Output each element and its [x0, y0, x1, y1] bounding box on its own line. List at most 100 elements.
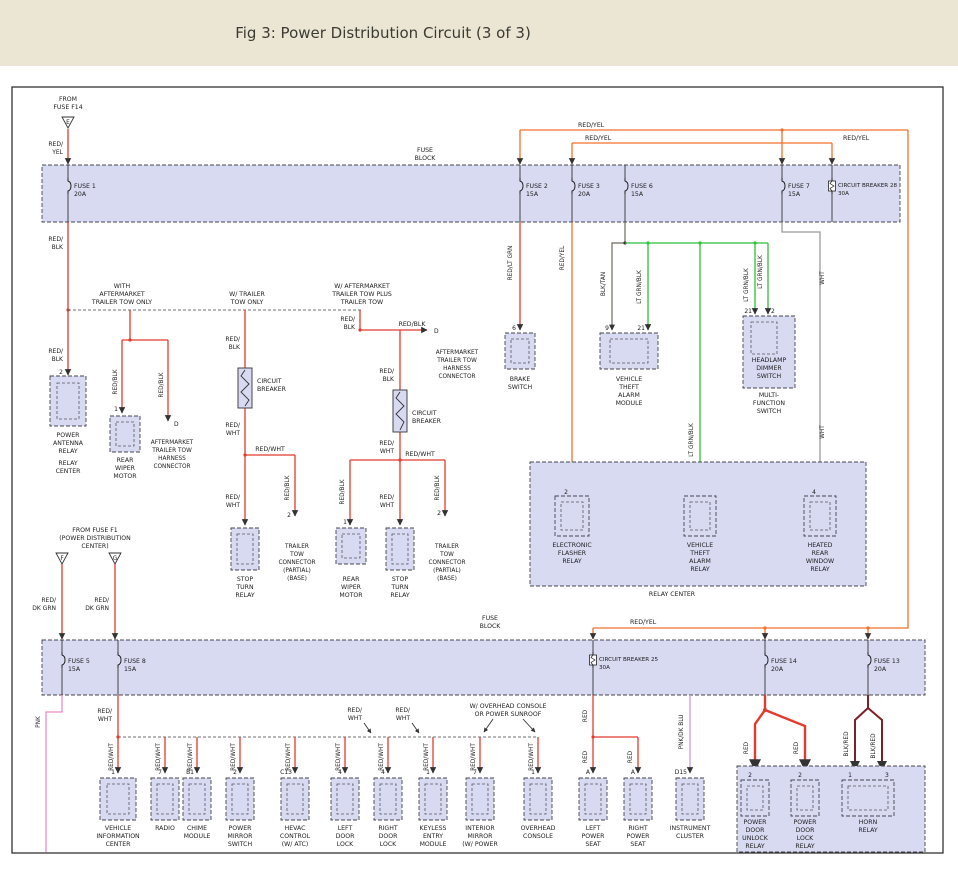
- component-label: SWITCH: [508, 384, 533, 391]
- component-label: (PARTIAL): [433, 568, 461, 574]
- fuse-block-label: BLOCK: [480, 623, 502, 630]
- component-label: WIPER: [341, 584, 362, 591]
- component-label: RELAY: [235, 592, 255, 599]
- component-label: POWER: [794, 819, 818, 826]
- component-label: (BASE): [287, 576, 307, 582]
- branch-label: W/ AFTERMARKET: [334, 283, 390, 290]
- component-label: ALARM: [618, 392, 640, 399]
- component-vehicle-information-center: VEHICLE INFORMATION CENTER: [96, 778, 140, 848]
- fuse-label: FUSE 3: [578, 183, 600, 190]
- component-label: CONNECTOR: [438, 374, 475, 380]
- pin-label: D: [434, 328, 439, 335]
- pin-label: C13: [280, 769, 292, 776]
- component-label: WIPER: [115, 465, 136, 472]
- wire-label: WHT: [348, 715, 362, 722]
- wire-label: RED/: [225, 494, 241, 501]
- pin-label: 6: [512, 325, 516, 332]
- wire-label: RED/: [340, 316, 356, 323]
- component-label: REAR: [117, 457, 134, 464]
- component-label: ENTRY: [423, 833, 443, 840]
- fuse-block-label: FUSE: [482, 615, 498, 622]
- component-label: LOCK: [797, 835, 814, 842]
- branch-label: TRAILER TOW PLUS: [331, 291, 392, 298]
- wire-label: BLK/RED: [844, 731, 850, 757]
- component-hevac-control: HEVAC CONTROL (W/ ATC): [280, 778, 311, 848]
- component-label: SEAT: [585, 841, 601, 848]
- component-label: CHIME: [187, 825, 207, 832]
- component-label: BREAKER: [257, 386, 287, 393]
- component-label: CIRCUIT: [257, 378, 282, 385]
- component-label: REAR: [812, 550, 829, 557]
- fuse-label: FUSE 5: [68, 658, 90, 665]
- wire-label: RED/: [48, 348, 64, 355]
- component-label: RIGHT: [378, 825, 398, 832]
- source-label: (POWER DISTRIBUTION: [59, 535, 131, 542]
- component-label: TRAILER TOW: [436, 358, 477, 364]
- component-label: FLASHER: [558, 550, 587, 557]
- component-label: CONSOLE: [523, 833, 553, 840]
- pin-label: D15: [675, 769, 687, 776]
- wire-label: RED/WHT: [109, 743, 115, 771]
- wire-label: BLK/RED: [871, 733, 877, 759]
- component-label: CONNECTOR: [278, 560, 315, 566]
- component-label: MULTI-: [759, 392, 779, 399]
- wire-label: RED/WHT: [231, 743, 237, 771]
- wire-label: LT GRN/BLK: [758, 255, 764, 289]
- branch-label: TRAILER TOW: [340, 299, 383, 306]
- connector-e-label: E: [66, 120, 70, 126]
- component-label: HEVAC: [285, 825, 306, 832]
- wire-label: RED/WHT: [529, 743, 535, 771]
- component-overhead-console: OVERHEAD CONSOLE: [521, 778, 556, 840]
- component-label: TRAILER: [434, 544, 459, 550]
- component-label: RELAY: [810, 566, 830, 573]
- component-label: SWITCH: [757, 408, 782, 415]
- fuse-label: FUSE 2: [526, 183, 548, 190]
- pin-label: 1: [114, 406, 118, 413]
- component-label: VEHICLE: [105, 825, 131, 832]
- branch-label: AFTERMARKET: [99, 291, 145, 298]
- component-label: TRAILER TOW: [151, 448, 192, 454]
- fuse-label: CIRCUIT BREAKER 28: [838, 183, 898, 189]
- component-label: CONTROL: [280, 833, 311, 840]
- component-power-mirror-switch: POWER MIRROR SWITCH: [226, 778, 254, 848]
- component-right-power-seat: RIGHT POWER SEAT: [624, 778, 652, 848]
- wire-label: PNK/DK BLU: [679, 715, 685, 750]
- wire-label: DK GRN: [32, 605, 56, 612]
- wire-label: WHT: [820, 271, 826, 285]
- wire-label: RED/: [48, 236, 64, 243]
- wire-label: RED/LT GRN: [508, 246, 514, 281]
- component-label: TOW: [439, 552, 454, 558]
- wire-label: WHT: [226, 502, 240, 509]
- component-label: POWER: [582, 833, 606, 840]
- component-label: THEFT: [618, 384, 639, 391]
- component-label: ALARM: [689, 558, 711, 565]
- wire-label: RED/: [225, 422, 241, 429]
- fuse-block-label: BLOCK: [415, 155, 437, 162]
- component-label: MODULE: [616, 400, 643, 407]
- component-label: CIRCUIT: [412, 410, 437, 417]
- component-label: RIGHT: [628, 825, 648, 832]
- component-label: CONNECTOR: [428, 560, 465, 566]
- component-label: MIRROR: [468, 833, 494, 840]
- pin-label: 2: [233, 769, 237, 776]
- component-label: TURN: [235, 584, 254, 591]
- component-label: CONNECTOR: [153, 464, 190, 470]
- fuse-label: FUSE 6: [631, 183, 653, 190]
- component-label: STOP: [237, 576, 254, 583]
- wire-label: RED/YEL: [843, 135, 870, 142]
- wiring-diagram-svg: FROM FUSE F14 E RED/ YEL RED/YEL RED/YEL…: [0, 0, 958, 870]
- component-label: (W/ POWER: [462, 841, 498, 848]
- wire-label: RED/WHT: [424, 743, 430, 771]
- note-label: W/ OVERHEAD CONSOLE: [470, 703, 547, 710]
- component-label: RELAY: [795, 843, 815, 850]
- wire-label: RED: [744, 741, 750, 754]
- component-label: SEAT: [630, 841, 646, 848]
- component-label: POWER: [229, 825, 253, 832]
- component-label: HARNESS: [158, 456, 186, 462]
- wire-label: RED/WHT: [255, 446, 285, 453]
- fuse-label: 30A: [838, 191, 849, 197]
- wire-label: RED/: [225, 336, 241, 343]
- pin-label: 2: [59, 369, 63, 376]
- component-label: CENTER: [56, 468, 82, 475]
- fuse-label: FUSE 14: [771, 658, 797, 665]
